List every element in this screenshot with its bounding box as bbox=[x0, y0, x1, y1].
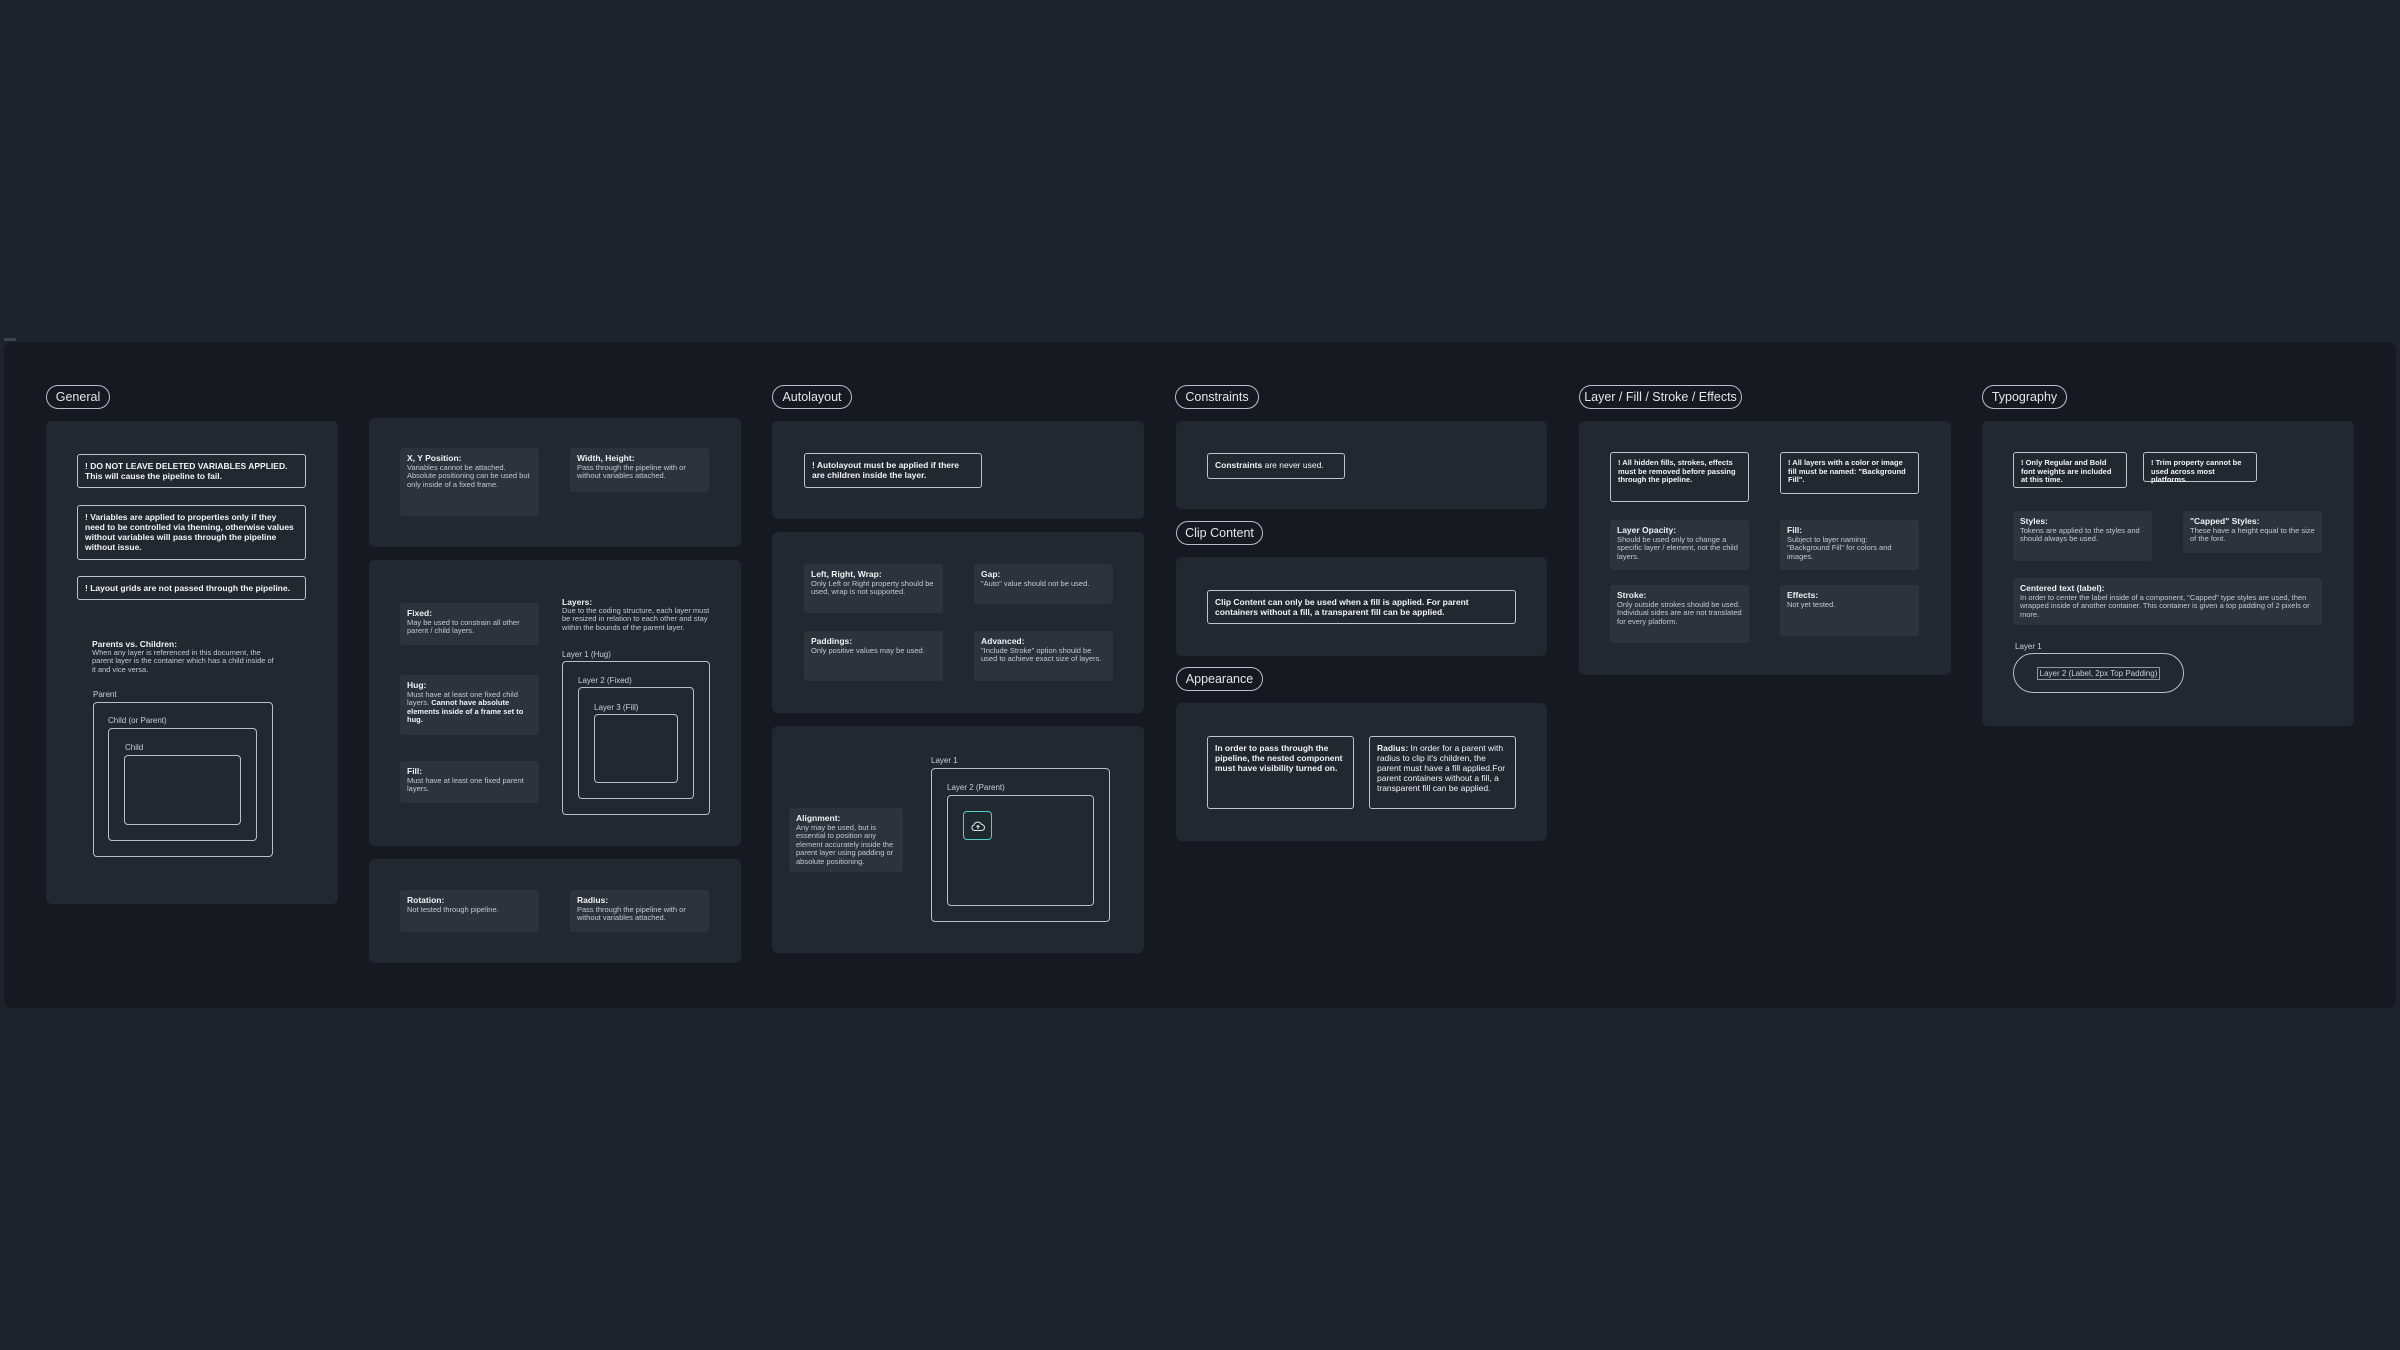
effects-card: Effects: Not yet tested. bbox=[1780, 585, 1919, 636]
visibility-note: In order to pass through the pipeline, t… bbox=[1207, 736, 1354, 809]
parents-vs-children: Parents vs. Children: When any layer is … bbox=[92, 640, 277, 674]
radius-card: Radius: Pass through the pipeline with o… bbox=[570, 890, 709, 932]
gap-card: Gap: "Auto" value should not be used. bbox=[974, 564, 1113, 604]
frame-resize-handle[interactable] bbox=[4, 338, 16, 341]
left-right-wrap-card: Left, Right, Wrap: Only Left or Right pr… bbox=[804, 564, 943, 613]
hug-card: Hug: Must have at least one fixed child … bbox=[400, 675, 539, 735]
paddings-text: Only positive values may be used. bbox=[811, 645, 925, 655]
left-right-wrap-title: Left, Right, Wrap: bbox=[811, 569, 882, 579]
xy-position-card: X, Y Position: Variables cannot be attac… bbox=[400, 448, 539, 516]
stroke-title: Stroke: bbox=[1617, 590, 1647, 600]
advanced-card: Advanced: "Include Stroke" option should… bbox=[974, 631, 1113, 681]
layer1-hug-label: Layer 1 (Hug) bbox=[562, 650, 611, 659]
width-height-text: Pass through the pipeline with or withou… bbox=[577, 462, 686, 480]
effects-text: Not yet tested. bbox=[1787, 599, 1836, 609]
alignment-title: Alignment: bbox=[796, 813, 841, 823]
left-right-wrap-text: Only Left or Right property should be us… bbox=[811, 578, 934, 596]
layer-opacity-card: Layer Opacity: Should be used only to ch… bbox=[1610, 520, 1749, 570]
layers-note: Layers: Due to the coding structure, eac… bbox=[562, 598, 710, 632]
radius-text: Pass through the pipeline with or withou… bbox=[577, 904, 686, 922]
fixed-title: Fixed: bbox=[407, 608, 433, 618]
fill-card: Fill: Must have at least one fixed paren… bbox=[400, 761, 539, 803]
section-label-appearance[interactable]: Appearance bbox=[1176, 667, 1263, 691]
gap-text: "Auto" value should not be used. bbox=[981, 578, 1090, 588]
parent-label: Parent bbox=[93, 690, 117, 699]
capped-styles-text: These have a height equal to the size of… bbox=[2190, 525, 2315, 543]
typography-layer1-pill[interactable]: Layer 2 (Label, 2px Top Padding) bbox=[2013, 653, 2184, 693]
radius-title: Radius: bbox=[577, 895, 609, 905]
parents-vs-children-text: When any layer is referenced in this doc… bbox=[92, 647, 274, 674]
section-label-autolayout[interactable]: Autolayout bbox=[772, 385, 852, 409]
alignment-card: Alignment: Any may be used, but is essen… bbox=[789, 808, 903, 872]
centered-text-title: Centered text (label): bbox=[2020, 583, 2105, 593]
section-label-layer-fill[interactable]: Layer / Fill / Stroke / Effects bbox=[1579, 385, 1742, 409]
general-note-deleted-variables: ! DO NOT LEAVE DELETED VARIABLES APPLIED… bbox=[77, 454, 306, 488]
font-weights-note: ! Only Regular and Bold font weights are… bbox=[2013, 452, 2127, 488]
upload-icon-tile[interactable] bbox=[963, 811, 992, 840]
general-note-variables-theming: ! Variables are applied to properties on… bbox=[77, 505, 306, 560]
fill-text: Must have at least one fixed parent laye… bbox=[407, 775, 524, 793]
fixed-text: May be used to constrain all other paren… bbox=[407, 617, 520, 635]
alignment-text: Any may be used, but is essential to pos… bbox=[796, 822, 894, 866]
width-height-title: Width, Height: bbox=[577, 453, 635, 463]
general-note-layout-grids: ! Layout grids are not passed through th… bbox=[77, 576, 306, 600]
rotation-title: Rotation: bbox=[407, 895, 445, 905]
fill-naming-text: Subject to layer naming: "Background Fil… bbox=[1787, 534, 1892, 561]
hug-title: Hug: bbox=[407, 680, 427, 690]
width-height-card: Width, Height: Pass through the pipeline… bbox=[570, 448, 709, 492]
centered-text-card: Centered text (label): In order to cente… bbox=[2013, 578, 2322, 625]
layer3-fill-label: Layer 3 (Fill) bbox=[594, 703, 639, 712]
autolayout-layer1-label: Layer 1 bbox=[931, 756, 958, 765]
capped-styles-card: "Capped" Styles: These have a height equ… bbox=[2183, 511, 2322, 553]
xy-position-text: Variables cannot be attached. Absolute p… bbox=[407, 462, 530, 489]
hidden-fills-note: ! All hidden fills, strokes, effects mus… bbox=[1610, 452, 1749, 502]
fill-title: Fill: bbox=[407, 766, 423, 776]
stroke-card: Stroke: Only outside strokes should be u… bbox=[1610, 585, 1749, 643]
stroke-text: Only outside strokes should be used. Ind… bbox=[1617, 599, 1742, 626]
styles-card: Styles: Tokens are applied to the styles… bbox=[2013, 511, 2152, 561]
section-label-constraints[interactable]: Constraints bbox=[1175, 385, 1259, 409]
layer3-fill-box[interactable] bbox=[594, 714, 678, 783]
child-layer-box[interactable] bbox=[124, 755, 241, 825]
clip-content-note: Clip Content can only be used when a fil… bbox=[1207, 590, 1516, 624]
advanced-text: "Include Stroke" option should be used t… bbox=[981, 645, 1102, 663]
fill-naming-card: Fill: Subject to layer naming: "Backgrou… bbox=[1780, 520, 1919, 570]
rotation-card: Rotation: Not tested through pipeline. bbox=[400, 890, 539, 932]
autolayout-options-panel bbox=[772, 532, 1144, 713]
appearance-radius-note: Radius: In order for a parent with radiu… bbox=[1369, 736, 1516, 809]
paddings-card: Paddings: Only positive values may be us… bbox=[804, 631, 943, 681]
trim-property-note: ! Trim property cannot be used across mo… bbox=[2143, 452, 2257, 484]
appearance-radius-bold: Radius: bbox=[1377, 743, 1409, 753]
fill-naming-title: Fill: bbox=[1787, 525, 1803, 535]
rotation-text: Not tested through pipeline. bbox=[407, 904, 499, 914]
autolayout-note: ! Autolayout must be applied if there ar… bbox=[804, 453, 982, 488]
advanced-title: Advanced: bbox=[981, 636, 1025, 646]
gap-title: Gap: bbox=[981, 569, 1001, 579]
child-label: Child bbox=[125, 743, 144, 752]
section-label-clip-content[interactable]: Clip Content bbox=[1176, 521, 1263, 545]
effects-title: Effects: bbox=[1787, 590, 1819, 600]
typography-layer1-label: Layer 1 bbox=[2015, 642, 2042, 651]
capped-styles-title: "Capped" Styles: bbox=[2190, 516, 2260, 526]
centered-text-text: In order to center the label inside of a… bbox=[2020, 592, 2310, 619]
constraints-text: are never used. bbox=[1262, 460, 1324, 470]
constraints-bold: Constraints bbox=[1215, 460, 1263, 470]
upload-icon bbox=[970, 821, 985, 831]
fixed-card: Fixed: May be used to constrain all othe… bbox=[400, 603, 539, 645]
layer2-fixed-label: Layer 2 (Fixed) bbox=[578, 676, 632, 685]
typography-layer2-label: Layer 2 (Label, 2px Top Padding) bbox=[2036, 666, 2161, 680]
section-label-general[interactable]: General bbox=[46, 385, 110, 409]
layer-opacity-text: Should be used only to change a specific… bbox=[1617, 534, 1738, 561]
constraints-note: Constraints are never used. bbox=[1207, 453, 1345, 479]
layer-opacity-title: Layer Opacity: bbox=[1617, 525, 1677, 535]
styles-title: Styles: bbox=[2020, 516, 2048, 526]
child-or-parent-label: Child (or Parent) bbox=[108, 716, 167, 725]
section-label-typography[interactable]: Typography bbox=[1982, 385, 2067, 409]
background-fill-note: ! All layers with a color or image fill … bbox=[1780, 452, 1919, 494]
styles-text: Tokens are applied to the styles and sho… bbox=[2020, 525, 2140, 543]
autolayout-layer2-label: Layer 2 (Parent) bbox=[947, 783, 1005, 792]
xy-position-title: X, Y Position: bbox=[407, 453, 462, 463]
paddings-title: Paddings: bbox=[811, 636, 853, 646]
